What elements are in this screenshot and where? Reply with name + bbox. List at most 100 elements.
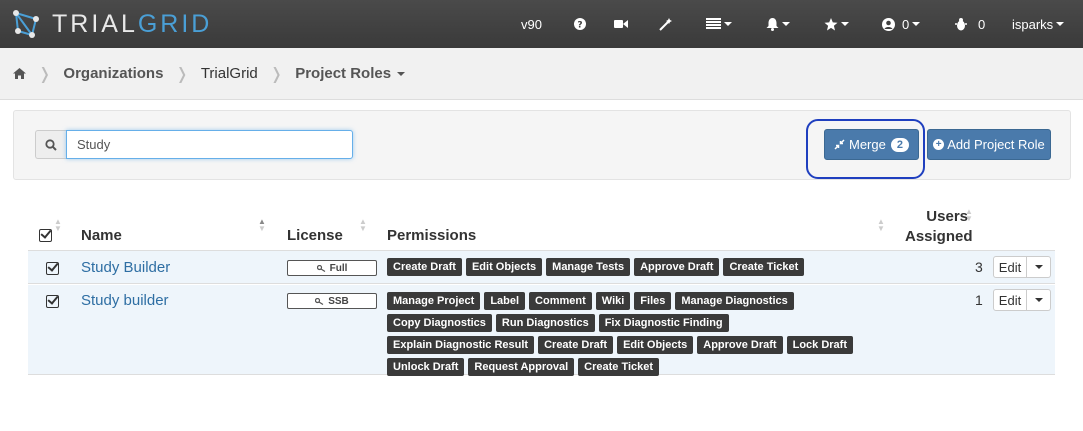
permission-tag: Manage Tests: [546, 258, 631, 276]
table-row: Study Builder Full Create Draft Edit Obj…: [28, 251, 1055, 284]
edit-button[interactable]: Edit: [993, 256, 1027, 278]
license-tag: Full: [287, 260, 377, 276]
compress-icon: [834, 139, 845, 150]
brand-part-2: GRID: [137, 9, 213, 38]
chevron-down-icon: [912, 22, 921, 26]
chevron-down-icon: [841, 22, 849, 26]
video-icon: [614, 20, 628, 28]
row-checkbox[interactable]: [46, 295, 59, 308]
permissions-list: Create Draft Edit Objects Manage Tests A…: [387, 258, 877, 276]
search-input[interactable]: [66, 130, 353, 159]
key-icon: [315, 297, 324, 305]
home-icon[interactable]: [13, 68, 26, 79]
add-project-role-label: Add Project Role: [947, 137, 1045, 152]
permission-tag: Approve Draft: [697, 336, 783, 354]
brand-name: TRIALGRID: [52, 10, 212, 39]
header-users-line-2: Assigned: [905, 228, 973, 245]
permissions-list: Manage Project Label Comment Wiki Files …: [387, 292, 877, 376]
role-name-link[interactable]: Study builder: [81, 292, 169, 309]
breadcrumb-current-label: Project Roles: [295, 65, 392, 82]
permission-tag: Comment: [529, 292, 592, 310]
brand-part-1: TRIAL: [52, 9, 138, 38]
header-name[interactable]: Name: [81, 227, 122, 244]
bug-report-button[interactable]: 0: [955, 0, 985, 48]
users-assigned-count: 1: [975, 292, 983, 308]
sort-asc-icon[interactable]: ▲ ▼: [258, 218, 266, 233]
search-addon: [35, 130, 66, 159]
add-project-role-button[interactable]: + Add Project Role: [927, 129, 1051, 160]
sort-icon[interactable]: ▲ ▼: [965, 208, 973, 223]
table-row: Study builder SSB Manage Project Label C…: [28, 285, 1055, 376]
permission-tag: Create Ticket: [723, 258, 805, 276]
breadcrumb-organizations[interactable]: Organizations: [63, 65, 163, 82]
edit-dropdown-toggle[interactable]: [1027, 256, 1051, 278]
permission-tag: Copy Diagnostics: [387, 314, 492, 332]
sort-icon[interactable]: ▲ ▼: [359, 218, 367, 233]
permission-tag: Request Approval: [468, 358, 575, 376]
breadcrumb: ❭ Organizations ❭ TrialGrid ❭ Project Ro…: [0, 48, 1083, 100]
favorites-button[interactable]: [824, 0, 849, 48]
permission-tag: Manage Project: [387, 292, 481, 310]
help-icon: ?: [574, 18, 586, 30]
permission-tag: Create Draft: [387, 258, 462, 276]
header-license[interactable]: License: [287, 227, 343, 244]
users-count: 0: [902, 16, 910, 32]
edit-dropdown-toggle[interactable]: [1027, 289, 1051, 311]
permission-tag: Files: [634, 292, 672, 310]
users-assigned-count: 3: [975, 259, 983, 275]
header-permissions[interactable]: Permissions: [387, 227, 476, 244]
permission-tag: Manage Diagnostics: [675, 292, 794, 310]
permission-tag: Lock Draft: [786, 336, 853, 354]
list-menu-button[interactable]: [706, 0, 732, 48]
breadcrumb-org[interactable]: TrialGrid: [201, 65, 258, 82]
permission-tag: Edit Objects: [465, 258, 543, 276]
chevron-down-icon: [1056, 22, 1065, 26]
sort-icon[interactable]: ▲ ▼: [54, 218, 62, 233]
chevron-down-icon: [782, 22, 790, 26]
video-button[interactable]: [614, 0, 628, 48]
permission-tag: Edit Objects: [617, 336, 694, 354]
permission-tag: Wiki: [595, 292, 631, 310]
chevron-down-icon: [1034, 298, 1043, 302]
edit-button-group: Edit: [993, 256, 1051, 278]
list-icon: [706, 18, 721, 29]
sort-icon[interactable]: ▲ ▼: [877, 218, 885, 233]
version-label: v90: [521, 16, 542, 32]
select-all-checkbox[interactable]: [39, 229, 52, 242]
breadcrumb-separator: ❭: [269, 65, 284, 83]
plus-circle-icon: +: [933, 139, 945, 150]
notifications-button[interactable]: [766, 0, 790, 48]
permission-tag: Create Draft: [538, 336, 614, 354]
toolbar-well: Merge 2 + Add Project Role: [13, 110, 1071, 180]
search-group: [35, 130, 353, 159]
key-icon: [316, 264, 325, 272]
chevron-down-icon: [1034, 265, 1043, 269]
permission-tag: Unlock Draft: [387, 358, 465, 376]
breadcrumb-current[interactable]: Project Roles: [295, 65, 406, 82]
user-menu[interactable]: isparks: [1012, 0, 1065, 48]
magic-wand-button[interactable]: [659, 0, 672, 48]
permission-tag: Create Ticket: [578, 358, 660, 376]
permission-tag: Explain Diagnostic Result: [387, 336, 535, 354]
star-icon: [824, 17, 838, 30]
row-checkbox[interactable]: [46, 262, 59, 275]
edit-button[interactable]: Edit: [993, 289, 1027, 311]
chevron-down-icon: [397, 72, 406, 77]
merge-button[interactable]: Merge 2: [824, 129, 919, 160]
permission-tag: Approve Draft: [634, 258, 720, 276]
permission-tag: Label: [484, 292, 526, 310]
users-menu-button[interactable]: 0: [882, 0, 921, 48]
network-logo-icon: [13, 10, 39, 38]
license-label: Full: [329, 262, 348, 274]
help-button[interactable]: ?: [574, 0, 586, 48]
license-label: SSB: [328, 295, 349, 307]
permission-tag: Run Diagnostics: [495, 314, 595, 332]
bug-count: 0: [978, 16, 986, 32]
header-users-assigned[interactable]: Users Assigned: [905, 207, 973, 247]
merge-label: Merge: [849, 137, 886, 152]
chevron-down-icon: [724, 22, 732, 26]
role-name-link[interactable]: Study Builder: [81, 259, 170, 276]
user-circle-icon: [882, 17, 895, 31]
trialgrid-logo[interactable]: TRIALGRID: [10, 8, 212, 40]
bell-icon: [766, 17, 779, 31]
